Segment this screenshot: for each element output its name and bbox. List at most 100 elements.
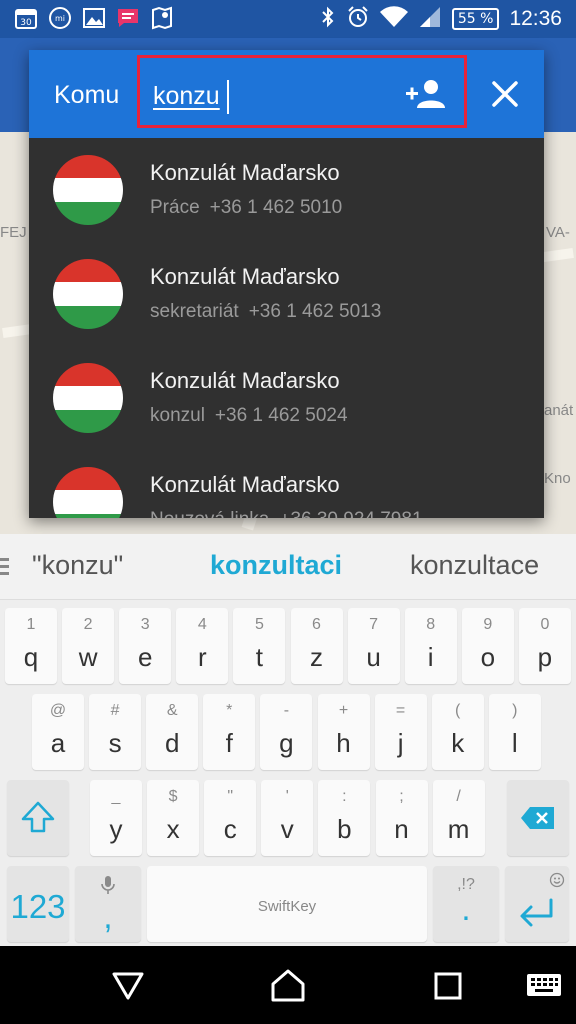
key-secondary-label: 7 — [369, 616, 379, 633]
key-secondary-label: 9 — [483, 616, 493, 633]
key-label: l — [511, 728, 518, 758]
key-f[interactable]: * f — [203, 694, 256, 770]
bluetooth-icon — [320, 6, 336, 32]
key-label: z — [310, 642, 323, 672]
signal-icon — [418, 6, 442, 32]
key-label: x — [166, 814, 180, 844]
key-c[interactable]: " c — [204, 780, 257, 856]
key-label: p — [537, 642, 553, 672]
swiftkey-logo: SwiftKey — [147, 898, 427, 915]
hungary-flag-icon — [53, 363, 123, 433]
keyboard-switch-icon[interactable] — [524, 966, 564, 1006]
key-secondary-label: : — [342, 788, 347, 805]
menu-icon[interactable] — [0, 558, 9, 576]
key-x[interactable]: $ x — [147, 780, 200, 856]
key-g[interactable]: -g — [260, 694, 313, 770]
swiftkey-brand: SwiftKey — [257, 898, 317, 915]
key-label: c — [223, 814, 237, 844]
key-secondary-label: ' — [285, 788, 289, 805]
key-label: n — [394, 814, 409, 844]
key-q[interactable]: 1q — [5, 608, 57, 684]
key-k[interactable]: (k — [431, 694, 484, 770]
key-e[interactable]: 3e — [119, 608, 172, 684]
numbers-key[interactable]: 123 — [7, 866, 69, 942]
contact-label: Nouzová linka — [150, 509, 269, 518]
contact-detail: Nouzová linka +36 30 924 7981 — [150, 509, 423, 518]
key-t[interactable]: 5t — [233, 608, 286, 684]
suggestion-verbatim[interactable]: "konzu" — [32, 550, 123, 581]
key-w[interactable]: 2w — [62, 608, 115, 684]
key-b[interactable]: :b — [318, 780, 371, 856]
key-label: d — [164, 728, 180, 758]
key-d[interactable]: & d — [146, 694, 199, 770]
hungary-flag-icon — [53, 155, 123, 225]
key-label: u — [366, 642, 381, 672]
contact-label: konzul — [150, 405, 205, 426]
contact-name: Konzulát Maďarsko — [150, 472, 340, 497]
key-label: j — [397, 728, 404, 758]
home-icon[interactable] — [268, 966, 308, 1006]
key-r[interactable]: 4r — [176, 608, 229, 684]
key-secondary-label: 0 — [540, 616, 550, 633]
key-h[interactable]: + h — [317, 694, 370, 770]
key-o[interactable]: 9o — [461, 608, 514, 684]
key-secondary-label: - — [283, 702, 290, 719]
key-secondary-label: 3 — [140, 616, 150, 633]
clock: 12:36 — [509, 7, 562, 30]
period-key[interactable]: ,!? . — [433, 866, 499, 942]
contact-label: Práce — [150, 197, 200, 218]
enter-key[interactable] — [505, 866, 569, 942]
key-secondary-label: 1 — [26, 616, 36, 633]
key-z[interactable]: 6z — [290, 608, 343, 684]
suggestion-primary[interactable]: konzultaci — [210, 550, 342, 581]
close-icon[interactable] — [489, 78, 521, 110]
key-label: w — [78, 642, 98, 672]
contact-row[interactable]: Konzulát Maďarsko sekretariát +36 1 462 5… — [29, 242, 544, 346]
contact-row[interactable]: Konzulát Maďarsko Nouzová linka +36 30 92… — [29, 450, 544, 518]
key-i[interactable]: 8i — [404, 608, 457, 684]
contact-phone: +36 1 462 5013 — [248, 301, 382, 322]
numbers-key-label: 123 — [10, 888, 66, 925]
key-label: y — [109, 814, 123, 844]
key-label: e — [137, 642, 153, 672]
key-y[interactable]: _ y — [90, 780, 142, 856]
key-l[interactable]: ) l — [488, 694, 541, 770]
key-n[interactable]: ; n — [375, 780, 428, 856]
key-secondary-label: / — [456, 788, 461, 805]
key-label: f — [225, 728, 233, 758]
key-m[interactable]: / m — [432, 780, 485, 856]
swiftkey-keyboard: "konzu" konzultaci konzultace 1q2w3e4r5t… — [0, 534, 576, 946]
comma-key[interactable]: , — [75, 866, 141, 942]
key-secondary-label: " — [227, 788, 234, 805]
key-s[interactable]: # s — [89, 694, 142, 770]
contact-name: Konzulát Maďarsko — [150, 160, 340, 185]
contact-detail: Práce +36 1 462 5010 — [150, 197, 342, 219]
key-label: m — [447, 814, 470, 844]
key-v[interactable]: ' v — [261, 780, 314, 856]
recipient-dialog: Komu konzu Konzulát Maďarsko Práce +36 1 … — [29, 50, 544, 518]
dialog-header: Komu konzu — [29, 50, 544, 138]
key-p[interactable]: 0p — [518, 608, 571, 684]
key-label: t — [255, 642, 263, 672]
key-j[interactable]: = j — [374, 694, 427, 770]
add-contact-icon[interactable] — [405, 78, 449, 110]
suggestion-alternate[interactable]: konzultace — [410, 550, 539, 581]
map-label: anát — [544, 402, 574, 419]
contact-row[interactable]: Konzulát Maďarsko konzul +36 1 462 5024 — [29, 346, 544, 450]
backspace-key[interactable] — [507, 780, 569, 856]
key-label: a — [50, 728, 66, 758]
image-icon — [82, 6, 106, 30]
key-a[interactable]: @ a — [32, 694, 84, 770]
recent-apps-icon[interactable] — [428, 966, 468, 1006]
shift-key[interactable] — [7, 780, 69, 856]
recipient-input[interactable]: konzu — [137, 55, 467, 128]
calendar-icon: 30 — [14, 6, 38, 30]
key-u[interactable]: 7u — [347, 608, 400, 684]
space-key[interactable]: SwiftKey — [147, 866, 427, 942]
contact-row[interactable]: Konzulát Maďarsko Práce +36 1 462 5010 — [29, 138, 544, 242]
contact-detail: sekretariát +36 1 462 5013 — [150, 301, 381, 323]
contact-detail: konzul +36 1 462 5024 — [150, 405, 348, 427]
back-icon[interactable] — [108, 966, 148, 1006]
calendar-day: 30 — [20, 18, 32, 28]
map-label: FEJ — [0, 224, 27, 241]
